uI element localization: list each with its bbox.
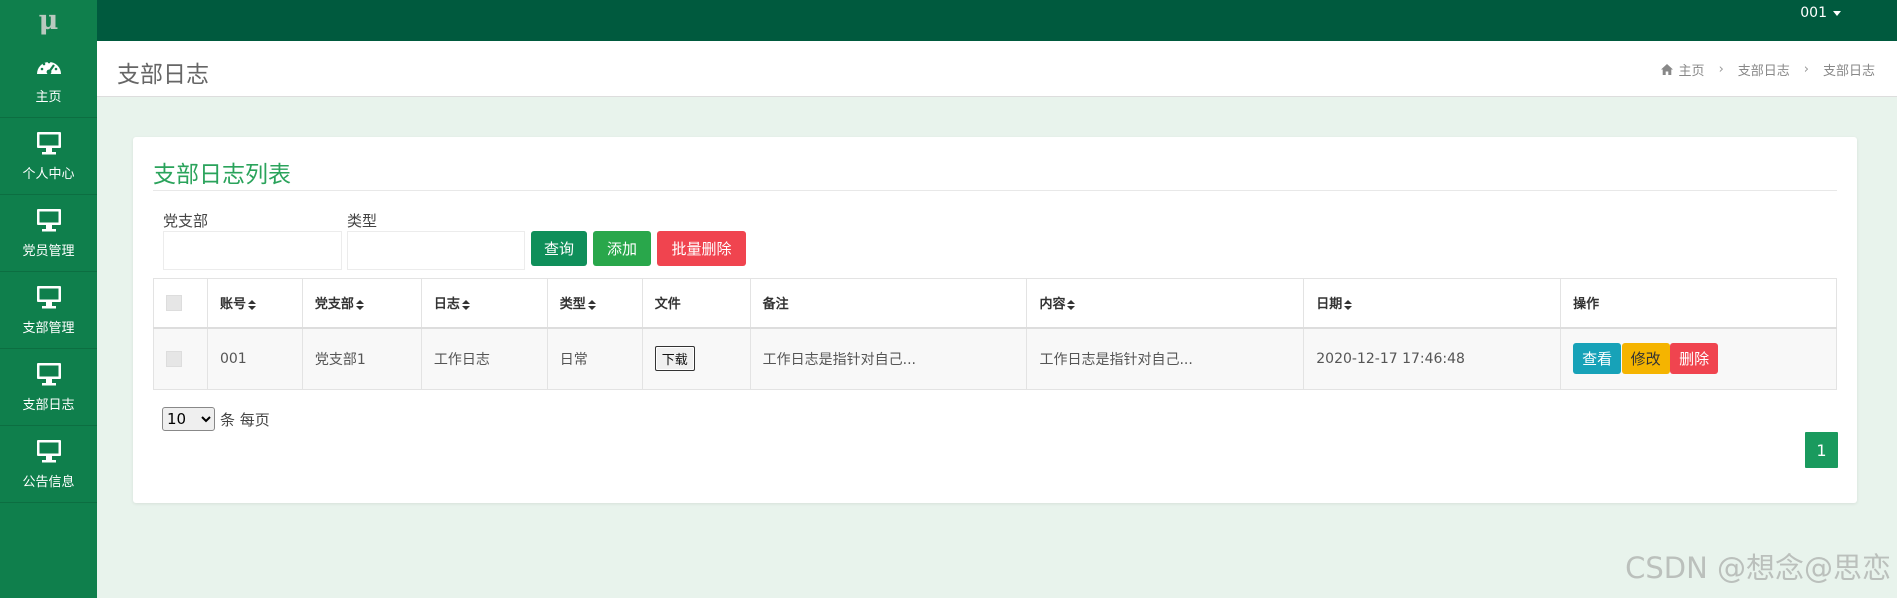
sidebar-item-personal-center[interactable]: 个人中心 — [0, 118, 97, 195]
breadcrumb-item[interactable]: 支部日志 — [1738, 60, 1790, 79]
sidebar-item-label: 支部管理 — [22, 320, 75, 336]
row-checkbox[interactable] — [166, 350, 182, 367]
view-button[interactable]: 查看 — [1573, 343, 1622, 375]
branch-filter-input[interactable] — [163, 231, 342, 270]
type-filter-label: 类型 — [347, 212, 378, 230]
sort-icon — [1067, 299, 1076, 310]
table-header-row: 账号 党支部 日志 类型 文件 备注 内容 日期 操作 — [153, 278, 1837, 329]
edit-button[interactable]: 修改 — [1621, 343, 1670, 375]
dashboard-icon — [36, 60, 61, 74]
sort-icon — [587, 299, 596, 310]
column-header-file: 文件 — [641, 278, 751, 329]
monitor-icon — [36, 208, 61, 231]
page-size-suffix: 条 每页 — [220, 410, 270, 429]
sidebar: μ 主页 个人中心 党员管理 支部管理 支部日志 公告信息 — [0, 0, 97, 598]
cell-remark: 工作日志是指针对自己... — [749, 327, 1028, 390]
batch-delete-button[interactable]: 批量删除 — [657, 231, 746, 266]
cell-content: 工作日志是指针对自己... — [1026, 327, 1305, 390]
user-menu[interactable]: 001 — [1800, 5, 1841, 21]
chevron-right-icon: › — [1803, 62, 1809, 77]
cell-branch: 党支部1 — [301, 327, 422, 390]
page-size-control: 10 条 每页 — [162, 407, 270, 431]
page-button-current[interactable]: 1 — [1805, 432, 1838, 468]
column-header-content[interactable]: 内容 — [1026, 278, 1305, 329]
column-header-type[interactable]: 类型 — [546, 278, 643, 329]
sort-icon — [1344, 299, 1353, 310]
select-all-cell — [153, 278, 208, 329]
sidebar-item-label: 党员管理 — [22, 243, 75, 259]
log-table: 账号 党支部 日志 类型 文件 备注 内容 日期 操作 001 党支部1 工作日… — [153, 278, 1837, 390]
sidebar-item-label: 个人中心 — [22, 166, 75, 182]
cell-type: 日常 — [546, 327, 643, 390]
sidebar-item-announcements[interactable]: 公告信息 — [0, 426, 97, 503]
cell-log: 工作日志 — [420, 327, 548, 390]
type-filter-input[interactable] — [347, 231, 525, 270]
sidebar-item-label: 公告信息 — [22, 474, 75, 490]
select-all-checkbox[interactable] — [166, 294, 182, 311]
sidebar-item-label: 主页 — [35, 89, 62, 105]
sidebar-item-branch-management[interactable]: 支部管理 — [0, 272, 97, 349]
sort-icon — [247, 299, 256, 310]
user-name: 001 — [1800, 5, 1827, 21]
divider — [153, 190, 1837, 191]
table-row: 001 党支部1 工作日志 日常 下载 工作日志是指针对自己... 工作日志是指… — [153, 327, 1837, 390]
column-header-branch[interactable]: 党支部 — [301, 278, 422, 329]
monitor-icon — [36, 131, 61, 154]
chevron-right-icon: › — [1718, 62, 1724, 77]
sidebar-item-member-management[interactable]: 党员管理 — [0, 195, 97, 272]
breadcrumb-home[interactable]: 主页 — [1679, 60, 1705, 79]
query-button[interactable]: 查询 — [531, 231, 587, 266]
monitor-icon — [36, 285, 61, 308]
row-select-cell — [153, 327, 208, 390]
column-header-actions: 操作 — [1560, 278, 1837, 329]
download-button[interactable]: 下载 — [654, 346, 695, 372]
column-header-account[interactable]: 账号 — [206, 278, 303, 329]
top-bar: 001 — [97, 0, 1897, 41]
log-list-panel: 支部日志列表 党支部 类型 查询 添加 批量删除 账号 党支部 日志 类型 文件… — [133, 137, 1857, 503]
panel-title: 支部日志列表 — [153, 162, 291, 188]
app-logo: μ — [38, 5, 59, 36]
sidebar-item-label: 支部日志 — [22, 397, 75, 413]
cell-account: 001 — [206, 327, 303, 390]
cell-file: 下载 — [641, 327, 751, 390]
sort-icon — [355, 299, 364, 310]
cell-actions: 查看 修改 删除 — [1560, 327, 1837, 390]
page-title: 支部日志 — [117, 62, 209, 88]
page-header: 支部日志 主页 › 支部日志 › 支部日志 — [97, 41, 1897, 97]
delete-button[interactable]: 删除 — [1670, 343, 1719, 375]
cell-date: 2020-12-17 17:46:48 — [1303, 327, 1562, 390]
breadcrumb-current: 支部日志 — [1822, 64, 1875, 79]
column-header-remark: 备注 — [749, 278, 1028, 329]
column-header-date[interactable]: 日期 — [1303, 278, 1562, 329]
monitor-icon — [36, 362, 61, 385]
add-button[interactable]: 添加 — [593, 231, 651, 266]
sort-icon — [461, 299, 470, 310]
sidebar-item-home[interactable]: 主页 — [0, 41, 97, 118]
home-icon — [1660, 64, 1673, 75]
page-size-select[interactable]: 10 — [162, 407, 215, 431]
sidebar-item-branch-log[interactable]: 支部日志 — [0, 349, 97, 426]
branch-filter-label: 党支部 — [163, 212, 209, 230]
breadcrumb: 主页 › 支部日志 › 支部日志 — [1660, 60, 1875, 79]
monitor-icon — [36, 439, 61, 462]
caret-down-icon — [1833, 10, 1841, 16]
watermark-text: CSDN @想念@思恋 — [1625, 551, 1891, 585]
column-header-log[interactable]: 日志 — [420, 278, 548, 329]
